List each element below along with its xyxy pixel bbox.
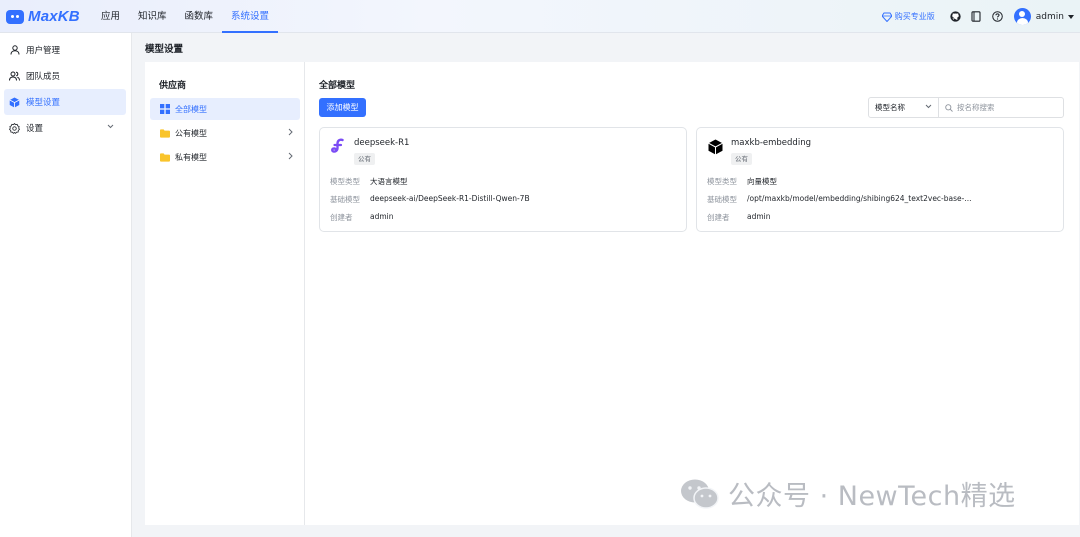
model-settings-panel: 供应商 全部模型 公有模型 私有模型 全部模型 添加模型 模型名称 按名称搜索 … bbox=[145, 62, 1079, 525]
chevron-right-icon bbox=[288, 128, 293, 136]
model-type-label: 模型类型 bbox=[330, 177, 360, 186]
buy-pro-label: 购买专业版 bbox=[894, 12, 935, 21]
base-model-value: deepseek-ai/DeepSeek-R1-Distill-Qwen-7B bbox=[370, 194, 530, 203]
buy-pro-link[interactable]: 购买专业版 bbox=[881, 11, 935, 22]
team-icon bbox=[9, 71, 20, 82]
top-nav: 应用 知识库 函数库 系统设置 bbox=[92, 0, 279, 33]
model-name: maxkb-embedding bbox=[731, 138, 811, 148]
folder-icon bbox=[160, 152, 170, 162]
sidebar-item-label: 团队成员 bbox=[26, 72, 61, 82]
app-logo[interactable]: MaxKB bbox=[6, 8, 80, 25]
cube-icon bbox=[9, 96, 20, 108]
book-icon[interactable] bbox=[970, 10, 983, 23]
model-card-deepseek-r1[interactable]: deepseek-R1 公有 模型类型 大语言模型 基础模型 deepseek-… bbox=[319, 127, 687, 232]
model-tag: 公有 bbox=[731, 153, 752, 165]
creator-label: 创建者 bbox=[330, 213, 353, 222]
models-title: 全部模型 bbox=[319, 81, 356, 91]
wechat-icon bbox=[681, 479, 719, 509]
github-icon[interactable] bbox=[949, 10, 962, 23]
base-model-label: 基础模型 bbox=[330, 195, 360, 204]
chevron-down-icon[interactable] bbox=[1068, 14, 1074, 19]
filter-field-select[interactable]: 模型名称 bbox=[869, 98, 939, 117]
top-right-actions: 购买专业版 admin bbox=[881, 0, 1074, 33]
search-icon bbox=[945, 103, 953, 112]
watermark-text: 公众号 · NewTech精选 bbox=[728, 481, 1016, 512]
base-model-row: 基础模型 deepseek-ai/DeepSeek-R1-Distill-Qwe… bbox=[330, 194, 530, 205]
model-filter: 模型名称 按名称搜索 bbox=[868, 97, 1064, 118]
sidebar-item-label: 设置 bbox=[26, 124, 44, 134]
logo-icon bbox=[6, 9, 24, 24]
sidebar-item-model-settings[interactable]: 模型设置 bbox=[4, 89, 126, 115]
sidebar-item-team[interactable]: 团队成员 bbox=[4, 63, 126, 89]
search-input[interactable]: 按名称搜索 bbox=[939, 102, 1063, 113]
search-placeholder: 按名称搜索 bbox=[957, 103, 995, 112]
top-bar: MaxKB 应用 知识库 函数库 系统设置 购买专业版 admin bbox=[0, 0, 1080, 33]
model-type-value: 向量模型 bbox=[747, 177, 777, 186]
creator-value: admin bbox=[370, 212, 394, 221]
provider-item-label: 公有模型 bbox=[175, 128, 207, 138]
provider-list: 供应商 全部模型 公有模型 私有模型 bbox=[145, 62, 305, 525]
page-title: 模型设置 bbox=[145, 44, 184, 55]
user-icon bbox=[9, 45, 20, 56]
base-model-value: /opt/maxkb/model/embedding/shibing624_te… bbox=[747, 194, 972, 203]
sidebar-item-settings[interactable]: 设置 bbox=[4, 115, 126, 141]
provider-item-label: 私有模型 bbox=[175, 152, 207, 162]
username[interactable]: admin bbox=[1036, 12, 1064, 22]
nav-item-functions[interactable]: 函数库 bbox=[176, 0, 223, 33]
cube-black-icon bbox=[707, 138, 724, 155]
base-model-label: 基础模型 bbox=[707, 195, 737, 204]
watermark: 公众号 · NewTech精选 bbox=[680, 474, 1016, 513]
sidebar-item-users[interactable]: 用户管理 bbox=[4, 37, 126, 63]
sidebar-item-label: 模型设置 bbox=[26, 98, 61, 108]
deepseek-icon bbox=[330, 138, 347, 155]
model-tag: 公有 bbox=[354, 153, 375, 165]
sidebar-item-label: 用户管理 bbox=[26, 46, 61, 56]
creator-row: 创建者 admin bbox=[707, 212, 771, 223]
filter-field-value: 模型名称 bbox=[875, 103, 905, 112]
model-type-row: 模型类型 向量模型 bbox=[707, 176, 777, 187]
chevron-right-icon bbox=[288, 152, 293, 160]
provider-item-all[interactable]: 全部模型 bbox=[150, 98, 300, 120]
gear-icon bbox=[9, 122, 20, 134]
nav-item-apps[interactable]: 应用 bbox=[92, 0, 129, 33]
help-icon[interactable] bbox=[991, 10, 1004, 23]
provider-item-public[interactable]: 公有模型 bbox=[150, 122, 300, 144]
provider-item-label: 全部模型 bbox=[175, 104, 207, 114]
creator-label: 创建者 bbox=[707, 213, 730, 222]
creator-row: 创建者 admin bbox=[330, 212, 394, 223]
model-type-label: 模型类型 bbox=[707, 177, 737, 186]
base-model-row: 基础模型 /opt/maxkb/model/embedding/shibing6… bbox=[707, 194, 972, 205]
provider-item-private[interactable]: 私有模型 bbox=[150, 146, 300, 168]
model-name: deepseek-R1 bbox=[354, 138, 410, 148]
sidebar: 用户管理 团队成员 模型设置 设置 bbox=[0, 33, 132, 537]
add-model-button[interactable]: 添加模型 bbox=[319, 98, 366, 117]
diamond-icon bbox=[881, 12, 892, 22]
model-type-value: 大语言模型 bbox=[370, 177, 408, 186]
provider-title: 供应商 bbox=[159, 81, 187, 91]
logo-text: MaxKB bbox=[28, 8, 80, 25]
nav-item-knowledge[interactable]: 知识库 bbox=[129, 0, 176, 33]
model-type-row: 模型类型 大语言模型 bbox=[330, 176, 408, 187]
chevron-down-icon bbox=[107, 124, 114, 129]
chevron-down-icon bbox=[925, 104, 932, 109]
creator-value: admin bbox=[747, 212, 771, 221]
model-card-maxkb-embedding[interactable]: maxkb-embedding 公有 模型类型 向量模型 基础模型 /opt/m… bbox=[696, 127, 1064, 232]
grid-icon bbox=[160, 104, 170, 114]
folder-icon bbox=[160, 128, 170, 138]
nav-item-system-settings[interactable]: 系统设置 bbox=[222, 0, 279, 33]
avatar[interactable] bbox=[1013, 8, 1031, 25]
